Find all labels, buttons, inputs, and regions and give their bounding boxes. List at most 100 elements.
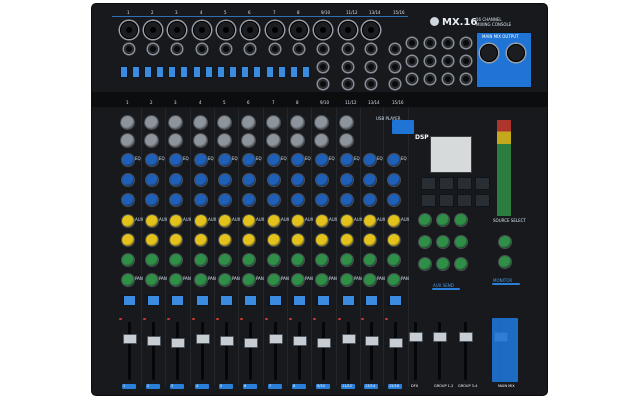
eq-low-knob[interactable] xyxy=(195,194,207,206)
mute-button[interactable] xyxy=(293,295,306,306)
aux-2-knob[interactable] xyxy=(170,234,182,246)
aux-1-knob[interactable] xyxy=(364,215,376,227)
aux-1-knob[interactable] xyxy=(268,215,280,227)
line-input-jack[interactable] xyxy=(172,44,182,54)
pad-switch[interactable] xyxy=(266,66,274,78)
aux-2-knob[interactable] xyxy=(122,234,134,246)
master-fader-cap[interactable] xyxy=(459,332,473,342)
pan-knob[interactable] xyxy=(219,274,231,286)
eq-low-knob[interactable] xyxy=(243,194,255,206)
channel-fader-cap[interactable] xyxy=(147,336,161,346)
phase-switch[interactable] xyxy=(302,66,310,78)
gain-knob[interactable] xyxy=(291,116,304,129)
line-input-jack[interactable] xyxy=(270,44,280,54)
mute-button[interactable] xyxy=(269,295,282,306)
dsp-button-8[interactable] xyxy=(475,194,490,207)
master-knob-11[interactable] xyxy=(499,256,511,268)
master-knob-8[interactable] xyxy=(455,236,467,248)
output-jack-8[interactable] xyxy=(461,56,471,66)
phase-switch[interactable] xyxy=(229,66,237,78)
master-knob-1[interactable] xyxy=(419,214,431,226)
fx-knob[interactable] xyxy=(146,254,158,266)
eq-low-knob[interactable] xyxy=(316,194,328,206)
aux-2-knob[interactable] xyxy=(364,234,376,246)
fx-knob[interactable] xyxy=(268,254,280,266)
stereo-jack-l[interactable] xyxy=(343,44,353,54)
pan-knob[interactable] xyxy=(316,274,328,286)
master-knob-7[interactable] xyxy=(455,214,467,226)
eq-hi-knob[interactable] xyxy=(243,154,255,166)
fx-knob[interactable] xyxy=(364,254,376,266)
aux-1-knob[interactable] xyxy=(219,215,231,227)
eq-low-knob[interactable] xyxy=(122,194,134,206)
eq-low-knob[interactable] xyxy=(388,194,400,206)
phase-switch[interactable] xyxy=(278,66,286,78)
aux-1-knob[interactable] xyxy=(292,215,304,227)
aux-2-knob[interactable] xyxy=(243,234,255,246)
output-jack-3[interactable] xyxy=(443,38,453,48)
pad-switch[interactable] xyxy=(290,66,298,78)
aux-1-knob[interactable] xyxy=(122,215,134,227)
gain-knob[interactable] xyxy=(218,116,231,129)
master-knob-10[interactable] xyxy=(499,236,511,248)
pad-switch[interactable] xyxy=(120,66,128,78)
eq-low-knob[interactable] xyxy=(219,194,231,206)
output-jack-1[interactable] xyxy=(407,38,417,48)
line-input-jack[interactable] xyxy=(197,44,207,54)
pan-knob[interactable] xyxy=(122,274,134,286)
channel-fader-cap[interactable] xyxy=(220,336,234,346)
master-fader-cap[interactable] xyxy=(433,332,447,342)
eq-hi-knob[interactable] xyxy=(170,154,182,166)
aux-2-knob[interactable] xyxy=(388,234,400,246)
mute-button[interactable] xyxy=(317,295,330,306)
channel-fader-cap[interactable] xyxy=(269,334,283,344)
channel-fader-cap[interactable] xyxy=(342,334,356,344)
fx-knob[interactable] xyxy=(195,254,207,266)
eq-mid-knob[interactable] xyxy=(195,174,207,186)
mute-button[interactable] xyxy=(196,295,209,306)
eq-hi-knob[interactable] xyxy=(146,154,158,166)
aux-2-knob[interactable] xyxy=(219,234,231,246)
hi-gain-knob[interactable] xyxy=(242,134,255,147)
stereo-jack-r[interactable] xyxy=(366,62,376,72)
mute-button[interactable] xyxy=(171,295,184,306)
fx-knob[interactable] xyxy=(243,254,255,266)
hi-gain-knob[interactable] xyxy=(194,134,207,147)
eq-hi-knob[interactable] xyxy=(388,154,400,166)
phase-switch[interactable] xyxy=(205,66,213,78)
aux-2-knob[interactable] xyxy=(341,234,353,246)
phase-switch[interactable] xyxy=(180,66,188,78)
aux-1-knob[interactable] xyxy=(388,215,400,227)
aux-1-knob[interactable] xyxy=(243,215,255,227)
pad-switch[interactable] xyxy=(193,66,201,78)
master-knob-4[interactable] xyxy=(437,214,449,226)
output-jack-12[interactable] xyxy=(461,74,471,84)
stereo-jack-r[interactable] xyxy=(343,62,353,72)
eq-hi-knob[interactable] xyxy=(364,154,376,166)
fx-knob[interactable] xyxy=(292,254,304,266)
output-jack-7[interactable] xyxy=(443,56,453,66)
eq-low-knob[interactable] xyxy=(292,194,304,206)
hi-gain-knob[interactable] xyxy=(121,134,134,147)
pan-knob[interactable] xyxy=(292,274,304,286)
channel-fader-cap[interactable] xyxy=(171,338,185,348)
eq-hi-knob[interactable] xyxy=(219,154,231,166)
pan-knob[interactable] xyxy=(243,274,255,286)
stereo-jack-3[interactable] xyxy=(343,79,353,89)
eq-hi-knob[interactable] xyxy=(268,154,280,166)
main-out-xlr-r[interactable] xyxy=(507,44,525,62)
mute-button[interactable] xyxy=(365,295,378,306)
pad-switch[interactable] xyxy=(241,66,249,78)
stereo-jack-3[interactable] xyxy=(390,79,400,89)
gain-knob[interactable] xyxy=(267,116,280,129)
mute-button[interactable] xyxy=(123,295,136,306)
aux-1-knob[interactable] xyxy=(146,215,158,227)
mute-button[interactable] xyxy=(342,295,355,306)
line-input-jack[interactable] xyxy=(294,44,304,54)
mute-button[interactable] xyxy=(389,295,402,306)
pan-knob[interactable] xyxy=(146,274,158,286)
dsp-button-2[interactable] xyxy=(439,177,454,190)
line-input-jack[interactable] xyxy=(124,44,134,54)
master-knob-5[interactable] xyxy=(437,236,449,248)
gain-knob[interactable] xyxy=(194,116,207,129)
